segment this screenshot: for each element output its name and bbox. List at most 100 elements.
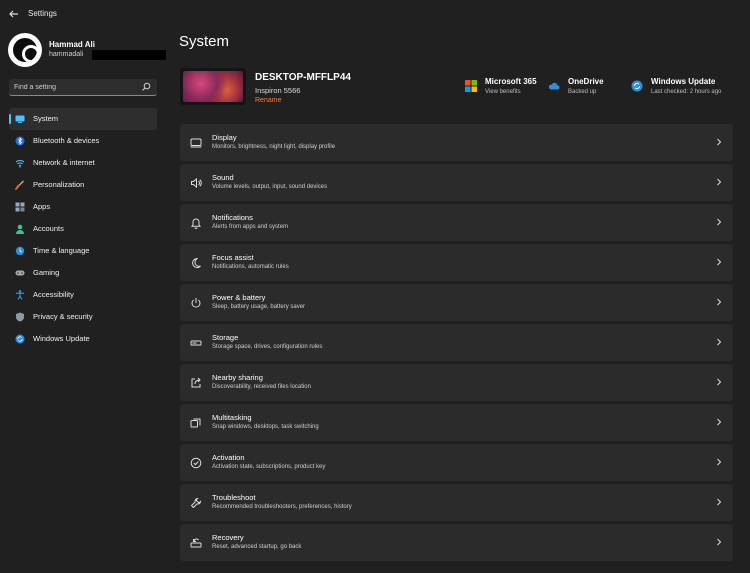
settings-row-notifications[interactable]: Notifications Alerts from apps and syste… (180, 204, 733, 241)
settings-row-display[interactable]: Display Monitors, brightness, night ligh… (180, 124, 733, 161)
sidebar-item-bluetooth[interactable]: Bluetooth & devices (9, 130, 157, 152)
row-title: Sound (212, 173, 234, 182)
row-title: Display (212, 133, 237, 142)
avatar[interactable] (8, 33, 44, 67)
sidebar-item-label: Gaming (33, 268, 60, 277)
bell-icon (190, 217, 202, 229)
chevron-right-icon (715, 538, 723, 546)
cloud-icon (548, 80, 560, 92)
settings-row-focus-assist[interactable]: Focus assist Notifications, automatic ru… (180, 244, 733, 281)
chevron-right-icon (715, 418, 723, 426)
search-icon[interactable] (141, 82, 151, 92)
row-subtitle: Activation state, subscriptions, product… (212, 464, 326, 470)
power-icon (190, 297, 202, 309)
device-thumbnail (180, 68, 246, 105)
email-redaction (92, 50, 166, 60)
user-email: hammadali (49, 51, 84, 58)
active-indicator (9, 114, 11, 124)
brush-icon (15, 180, 25, 190)
sidebar-item-windows-update[interactable]: Windows Update (9, 328, 157, 350)
windows-update-icon (15, 334, 25, 344)
quick-title: Microsoft 365 (485, 77, 537, 86)
device-name: DESKTOP-MFFLP44 (255, 72, 351, 83)
settings-row-storage[interactable]: Storage Storage space, drives, configura… (180, 324, 733, 361)
settings-row-recovery[interactable]: Recovery Reset, advanced startup, go bac… (180, 524, 733, 561)
sidebar-item-label: Bluetooth & devices (33, 136, 100, 145)
device-header: DESKTOP-MFFLP44 Inspiron 5566 Rename Mic… (180, 68, 735, 108)
settings-row-power-battery[interactable]: Power & battery Sleep, battery usage, ba… (180, 284, 733, 321)
windows-update-icon (631, 80, 643, 92)
row-title: Notifications (212, 213, 253, 222)
row-subtitle: Volume levels, output, input, sound devi… (212, 184, 328, 190)
row-subtitle: Snap windows, desktops, task switching (212, 424, 319, 430)
quick-subtitle: View benefits (485, 89, 521, 95)
quick-title: Windows Update (651, 77, 716, 86)
title-bar: Settings (0, 0, 750, 28)
accessibility-icon (15, 290, 25, 300)
sidebar-item-label: Windows Update (33, 334, 90, 343)
settings-list: Display Monitors, brightness, night ligh… (180, 124, 733, 564)
sidebar-item-personalization[interactable]: Personalization (9, 174, 157, 196)
row-title: Activation (212, 453, 245, 462)
row-title: Multitasking (212, 413, 252, 422)
row-title: Nearby sharing (212, 373, 263, 382)
sidebar-item-network[interactable]: Network & internet (9, 152, 157, 174)
bluetooth-icon (15, 136, 25, 146)
row-title: Focus assist (212, 253, 254, 262)
multitask-icon (190, 417, 202, 429)
sidebar-item-accounts[interactable]: Accounts (9, 218, 157, 240)
chevron-right-icon (715, 298, 723, 306)
row-subtitle: Recommended troubleshooters, preferences… (212, 504, 352, 510)
device-model: Inspiron 5566 (255, 86, 301, 95)
settings-row-multitasking[interactable]: Multitasking Snap windows, desktops, tas… (180, 404, 733, 441)
wrench-icon (190, 497, 202, 509)
check-circle-icon (190, 457, 202, 469)
rename-link[interactable]: Rename (255, 97, 281, 104)
quick-subtitle: Backed up (568, 89, 597, 95)
sidebar-item-time-language[interactable]: Time & language (9, 240, 157, 262)
chevron-right-icon (715, 218, 723, 226)
sidebar-item-system[interactable]: System (9, 108, 157, 130)
sidebar-item-label: Personalization (33, 180, 85, 189)
gamepad-icon (15, 268, 25, 278)
chevron-right-icon (715, 498, 723, 506)
settings-row-nearby-sharing[interactable]: Nearby sharing Discoverability, received… (180, 364, 733, 401)
row-title: Storage (212, 333, 239, 342)
quick-microsoft-365[interactable]: Microsoft 365 View benefits (465, 68, 545, 108)
sidebar-item-label: System (33, 114, 59, 123)
row-subtitle: Reset, advanced startup, go back (212, 544, 302, 550)
wifi-icon (15, 158, 25, 168)
share-icon (190, 377, 202, 389)
chevron-right-icon (715, 178, 723, 186)
page-title: System (179, 33, 230, 50)
sidebar-item-apps[interactable]: Apps (9, 196, 157, 218)
chevron-right-icon (715, 458, 723, 466)
chevron-right-icon (715, 258, 723, 266)
sidebar-item-privacy[interactable]: Privacy & security (9, 306, 157, 328)
settings-row-troubleshoot[interactable]: Troubleshoot Recommended troubleshooters… (180, 484, 733, 521)
system-icon (15, 114, 25, 124)
sidebar-nav: System Bluetooth & devices Network & int… (9, 108, 157, 350)
moon-icon (190, 257, 202, 269)
settings-row-activation[interactable]: Activation Activation state, subscriptio… (180, 444, 733, 481)
sidebar-item-gaming[interactable]: Gaming (9, 262, 157, 284)
row-subtitle: Discoverability, received files location (212, 384, 311, 390)
storage-icon (190, 337, 202, 349)
window-title: Settings (28, 9, 57, 18)
back-arrow-icon[interactable] (6, 6, 22, 22)
settings-row-sound[interactable]: Sound Volume levels, output, input, soun… (180, 164, 733, 201)
recovery-icon (190, 537, 202, 549)
accounts-icon (15, 224, 25, 234)
sidebar-item-accessibility[interactable]: Accessibility (9, 284, 157, 306)
quick-onedrive[interactable]: OneDrive Backed up (548, 68, 620, 108)
row-subtitle: Monitors, brightness, night light, displ… (212, 144, 336, 150)
search-input[interactable] (14, 81, 134, 93)
user-profile[interactable]: Hammad Ali hammadali (8, 33, 168, 69)
sidebar-item-label: Network & internet (33, 158, 95, 167)
chevron-right-icon (715, 138, 723, 146)
search-box[interactable] (9, 79, 157, 96)
quick-windows-update[interactable]: Windows Update Last checked: 2 hours ago (631, 68, 731, 108)
monitor-icon (190, 137, 202, 149)
sidebar-item-label: Time & language (33, 246, 90, 255)
chevron-right-icon (715, 378, 723, 386)
